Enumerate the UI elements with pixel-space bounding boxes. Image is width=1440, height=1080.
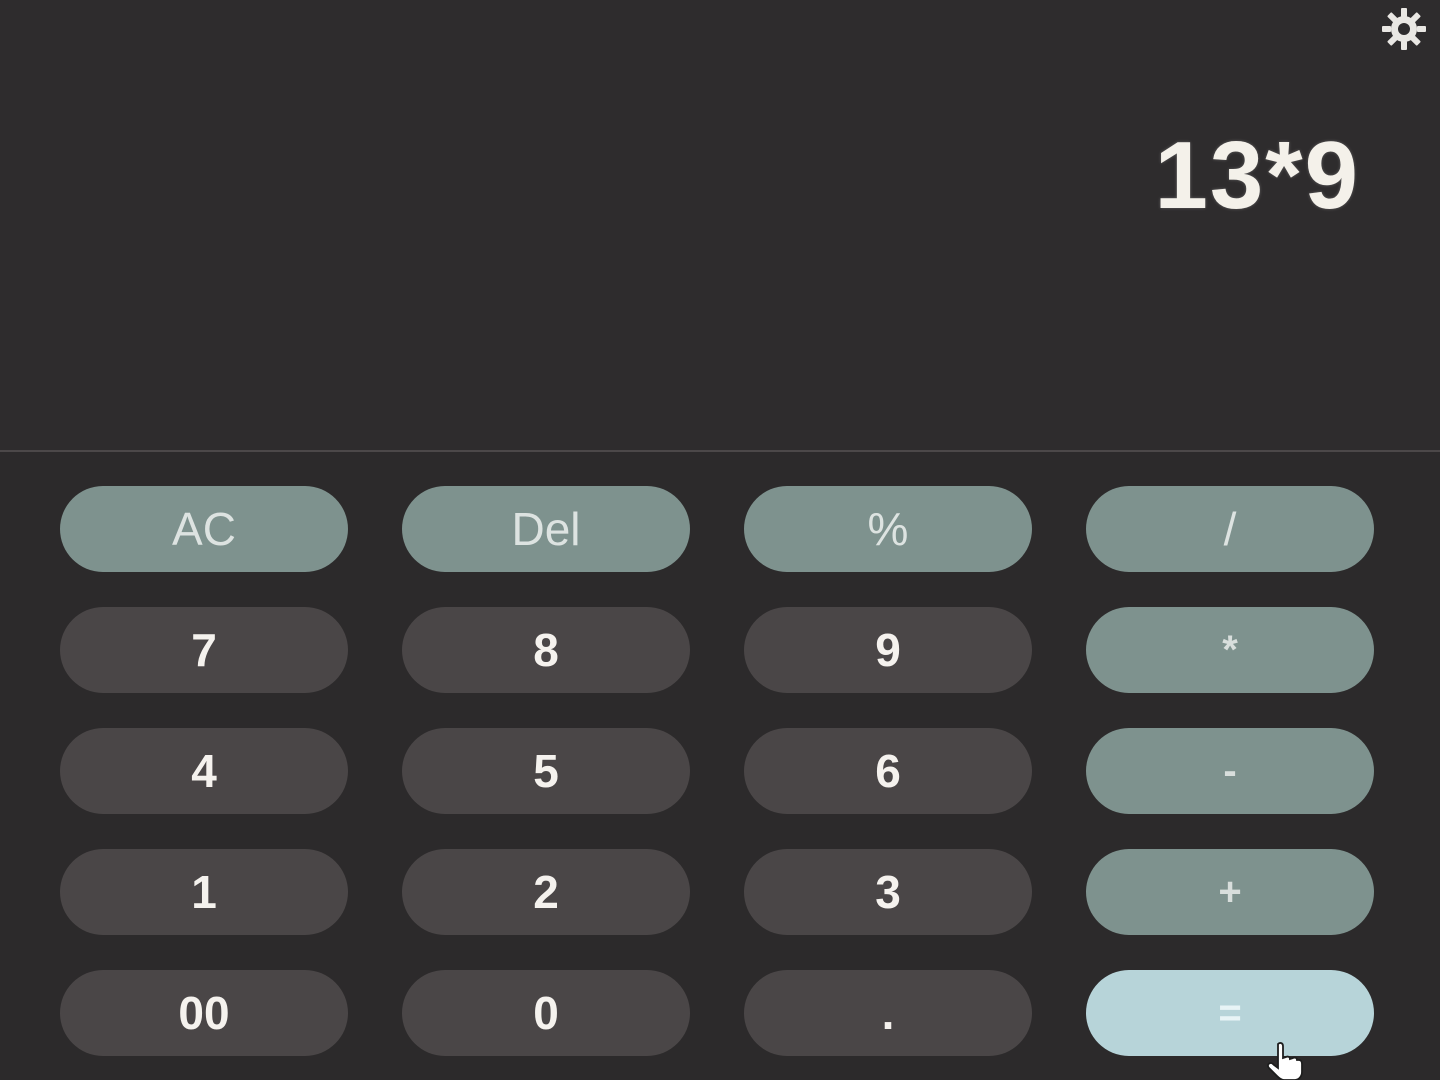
zero-button[interactable]: 0: [402, 970, 690, 1056]
double-zero-button[interactable]: 00: [60, 970, 348, 1056]
divide-button[interactable]: /: [1086, 486, 1374, 572]
seven-button[interactable]: 7: [60, 607, 348, 693]
eight-button[interactable]: 8: [402, 607, 690, 693]
keypad: AC Del % / 7 8 9 * 4 5 6 - 1 2 3 + 00 0 …: [0, 452, 1440, 1080]
three-button[interactable]: 3: [744, 849, 1032, 935]
percent-button[interactable]: %: [744, 486, 1032, 572]
ac-button[interactable]: AC: [60, 486, 348, 572]
display-panel: 13*9: [0, 0, 1440, 450]
subtract-button[interactable]: -: [1086, 728, 1374, 814]
calculator-app: 13*9 AC Del % / 7 8 9 * 4 5 6 - 1 2 3 + …: [0, 0, 1440, 1080]
two-button[interactable]: 2: [402, 849, 690, 935]
five-button[interactable]: 5: [402, 728, 690, 814]
delete-button[interactable]: Del: [402, 486, 690, 572]
equals-button[interactable]: =: [1086, 970, 1374, 1056]
add-button[interactable]: +: [1086, 849, 1374, 935]
expression-display: 13*9: [1154, 122, 1360, 229]
six-button[interactable]: 6: [744, 728, 1032, 814]
one-button[interactable]: 1: [60, 849, 348, 935]
four-button[interactable]: 4: [60, 728, 348, 814]
nine-button[interactable]: 9: [744, 607, 1032, 693]
settings-button[interactable]: [1376, 4, 1432, 54]
decimal-button[interactable]: .: [744, 970, 1032, 1056]
multiply-button[interactable]: *: [1086, 607, 1374, 693]
gear-icon: [1382, 8, 1426, 50]
